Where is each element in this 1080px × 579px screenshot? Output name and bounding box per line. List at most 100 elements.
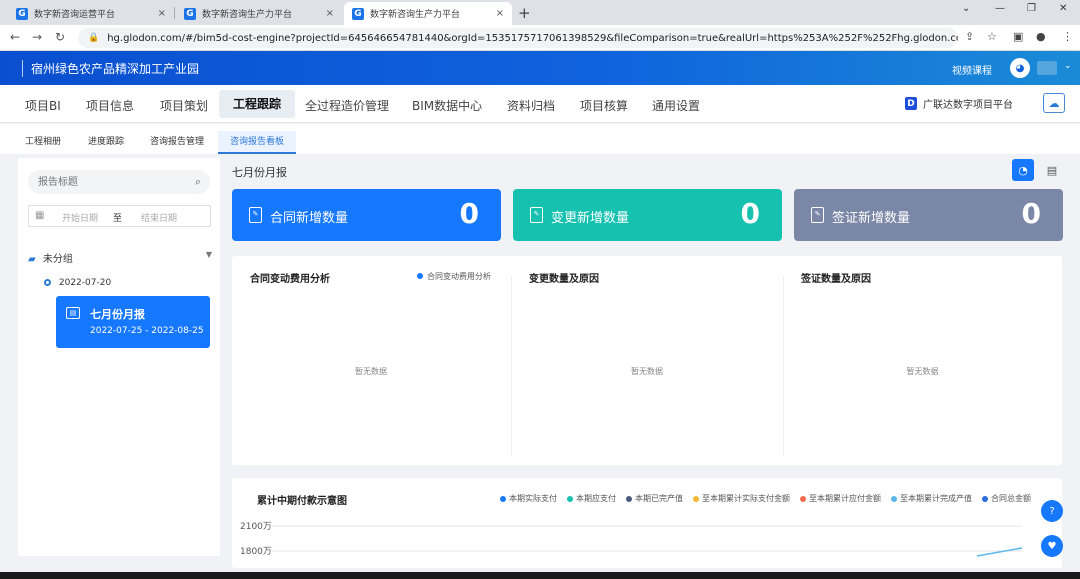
- lock-icon: 🔒: [88, 33, 100, 43]
- digital-platform-link[interactable]: D 广联达数字项目平台: [905, 96, 1013, 111]
- sub-nav: 工程相册 进度跟踪 咨询报告管理 咨询报告看板: [0, 124, 1080, 154]
- stat-label: 签证新增数量: [832, 211, 911, 226]
- chart-contract-cost: 合同变动费用分析 合同变动费用分析 暂无数据: [232, 256, 510, 465]
- report-icon: ▤: [66, 307, 80, 319]
- close-tab-icon[interactable]: ×: [158, 8, 166, 19]
- legend-dot-icon: [417, 273, 423, 279]
- forward-icon[interactable]: →: [32, 30, 42, 44]
- chart-row: 合同变动费用分析 合同变动费用分析 暂无数据 变更数量及原因 暂无数据 签证数量…: [232, 256, 1062, 465]
- close-tab-icon[interactable]: ×: [496, 8, 504, 19]
- nav-item-project-info[interactable]: 项目信息: [86, 97, 134, 114]
- search-box: ⌕: [28, 170, 210, 194]
- help-button[interactable]: ?: [1041, 500, 1063, 522]
- reload-icon[interactable]: ↻: [55, 30, 65, 44]
- chart-title: 合同变动费用分析: [250, 274, 330, 285]
- page-title: 七月份月报: [232, 166, 287, 179]
- nav-item-archive[interactable]: 资料归档: [507, 97, 555, 114]
- cloud-storage-icon[interactable]: ☁: [1043, 93, 1065, 113]
- nav-item-cost-management[interactable]: 全过程造价管理: [305, 97, 389, 114]
- folder-icon: ▰: [28, 254, 36, 265]
- document-edit-icon: ✎: [530, 207, 543, 223]
- legend-label: 合同变动费用分析: [427, 272, 491, 281]
- chevron-down-icon[interactable]: ⌄: [1064, 61, 1072, 71]
- minimize-icon[interactable]: —: [995, 3, 1005, 14]
- caret-down-icon[interactable]: ▼: [206, 250, 212, 259]
- username-redacted[interactable]: [1037, 61, 1057, 75]
- maximize-icon[interactable]: ❐: [1027, 3, 1036, 14]
- empty-state: 暂无数据: [355, 367, 387, 376]
- profile-icon[interactable]: ●: [1036, 30, 1046, 43]
- tab-report-management[interactable]: 咨询报告管理: [150, 134, 204, 147]
- tab-title: 数字新咨询生产力平台: [202, 10, 293, 20]
- url-text: hg.glodon.com/#/bim5d-cost-engine?projec…: [107, 32, 958, 44]
- tab-title: 数字新咨询运营平台: [34, 10, 116, 20]
- document-edit-icon: ✎: [249, 207, 262, 223]
- nav-item-settings[interactable]: 通用设置: [652, 97, 700, 114]
- nav-item-project-planning[interactable]: 项目策划: [160, 97, 208, 114]
- report-card-title: 七月份月报: [90, 308, 145, 321]
- timeline-date: 2022-07-20: [58, 278, 112, 288]
- browser-tab-2[interactable]: G 数字新咨询生产力平台 ×: [176, 2, 342, 25]
- stat-card-visa: ✎ 签证新增数量 0: [794, 189, 1063, 241]
- bookmark-star-icon[interactable]: ☆: [987, 30, 997, 43]
- timeline-dot-icon: [44, 279, 51, 286]
- avatar[interactable]: ◕: [1010, 58, 1030, 78]
- nav-item-project-bi[interactable]: 项目BI: [25, 97, 61, 114]
- tips-button[interactable]: ♥: [1041, 535, 1063, 557]
- tab-search-icon[interactable]: ⌄: [962, 3, 970, 14]
- share-icon[interactable]: ⇪: [965, 30, 974, 43]
- new-tab-button[interactable]: +: [518, 4, 531, 22]
- empty-state: 暂无数据: [631, 367, 663, 376]
- end-date-field[interactable]: 结束日期: [141, 211, 177, 224]
- back-icon[interactable]: ←: [10, 30, 20, 44]
- chart-title: 变更数量及原因: [529, 274, 599, 285]
- report-card-dates: 2022-07-25 - 2022-08-25: [90, 326, 204, 336]
- sidepanel-icon[interactable]: ▣: [1013, 30, 1023, 43]
- empty-state: 暂无数据: [906, 367, 939, 376]
- date-range-separator: 至: [113, 214, 123, 224]
- chart-plot-area: 2100万 1800万: [240, 522, 1023, 557]
- tab-progress-tracking[interactable]: 进度跟踪: [88, 134, 124, 147]
- calendar-icon: ▦: [35, 210, 45, 221]
- chart-visa-reasons: 签证数量及原因 暂无数据: [783, 256, 1062, 465]
- start-date-field[interactable]: 开始日期: [62, 211, 98, 224]
- close-window-icon[interactable]: ✕: [1059, 3, 1067, 14]
- chart-legend[interactable]: 合同变动费用分析: [417, 271, 491, 282]
- tab-report-board[interactable]: 咨询报告看板: [218, 131, 297, 154]
- url-field[interactable]: 🔒 hg.glodon.com/#/bim5d-cost-engine?proj…: [78, 28, 958, 48]
- app-header: 宿州绿色农产品精深加工产业园 视频课程 ◕ ⌄: [0, 51, 1080, 85]
- project-name[interactable]: 宿州绿色农产品精深加工产业园: [22, 60, 199, 77]
- stat-label: 合同新增数量: [270, 211, 349, 226]
- nav-item-bim-data-center[interactable]: BIM数据中心: [412, 97, 482, 114]
- browser-address-bar: ← → ↻ 🔒 hg.glodon.com/#/bim5d-cost-engin…: [0, 25, 1080, 51]
- browser-menu-icon[interactable]: ⋮: [1062, 30, 1073, 43]
- taskbar: [0, 572, 1080, 579]
- report-card-selected[interactable]: ▤ 七月份月报 2022-07-25 - 2022-08-25: [56, 296, 210, 348]
- series-line: [976, 547, 1023, 557]
- glodon-logo-icon: G: [16, 7, 28, 20]
- report-title-search-input[interactable]: [28, 170, 178, 194]
- glodon-logo-icon: G: [352, 7, 364, 20]
- tab-title: 数字新咨询生产力平台: [370, 10, 461, 20]
- cumulative-payment-chart: 累计中期付款示意图 本期实际支付 本期应支付 本期已完产值 至本期累计实际支付金…: [232, 478, 1062, 568]
- tab-engineering-album[interactable]: 工程相册: [25, 134, 61, 147]
- search-icon[interactable]: ⌕: [195, 175, 201, 189]
- chart-view-icon[interactable]: ◔: [1012, 159, 1034, 181]
- document-view-icon[interactable]: ▤: [1041, 159, 1063, 181]
- browser-tab-3-active[interactable]: G 数字新咨询生产力平台 ×: [344, 2, 512, 25]
- stat-card-contract: ✎ 合同新增数量 0: [232, 189, 501, 241]
- timeline-date-node: 2022-07-20: [44, 278, 111, 288]
- tab-separator: [174, 7, 175, 19]
- video-course-link[interactable]: 视频课程: [952, 62, 992, 77]
- browser-tab-1[interactable]: G 数字新咨询运营平台 ×: [8, 2, 174, 25]
- chart-change-reasons: 变更数量及原因 暂无数据: [511, 256, 783, 465]
- group-ungrouped[interactable]: ▰ 未分组 ▼: [28, 250, 212, 265]
- nav-item-accounting[interactable]: 项目核算: [580, 97, 628, 114]
- glodon-d-logo-icon: D: [905, 97, 917, 110]
- nav-item-engineering-tracking[interactable]: 工程跟踪: [219, 90, 296, 118]
- close-tab-icon[interactable]: ×: [326, 8, 334, 19]
- browser-tab-bar: G 数字新咨询运营平台 × G 数字新咨询生产力平台 × G 数字新咨询生产力平…: [0, 0, 1080, 25]
- group-label: 未分组: [42, 254, 73, 265]
- date-range-picker[interactable]: ▦ 开始日期 至 结束日期: [28, 205, 211, 227]
- report-list-panel: ⌕ ▦ 开始日期 至 结束日期 ▰ 未分组 ▼ 2022-07-20 ▤ 七月份…: [18, 158, 220, 556]
